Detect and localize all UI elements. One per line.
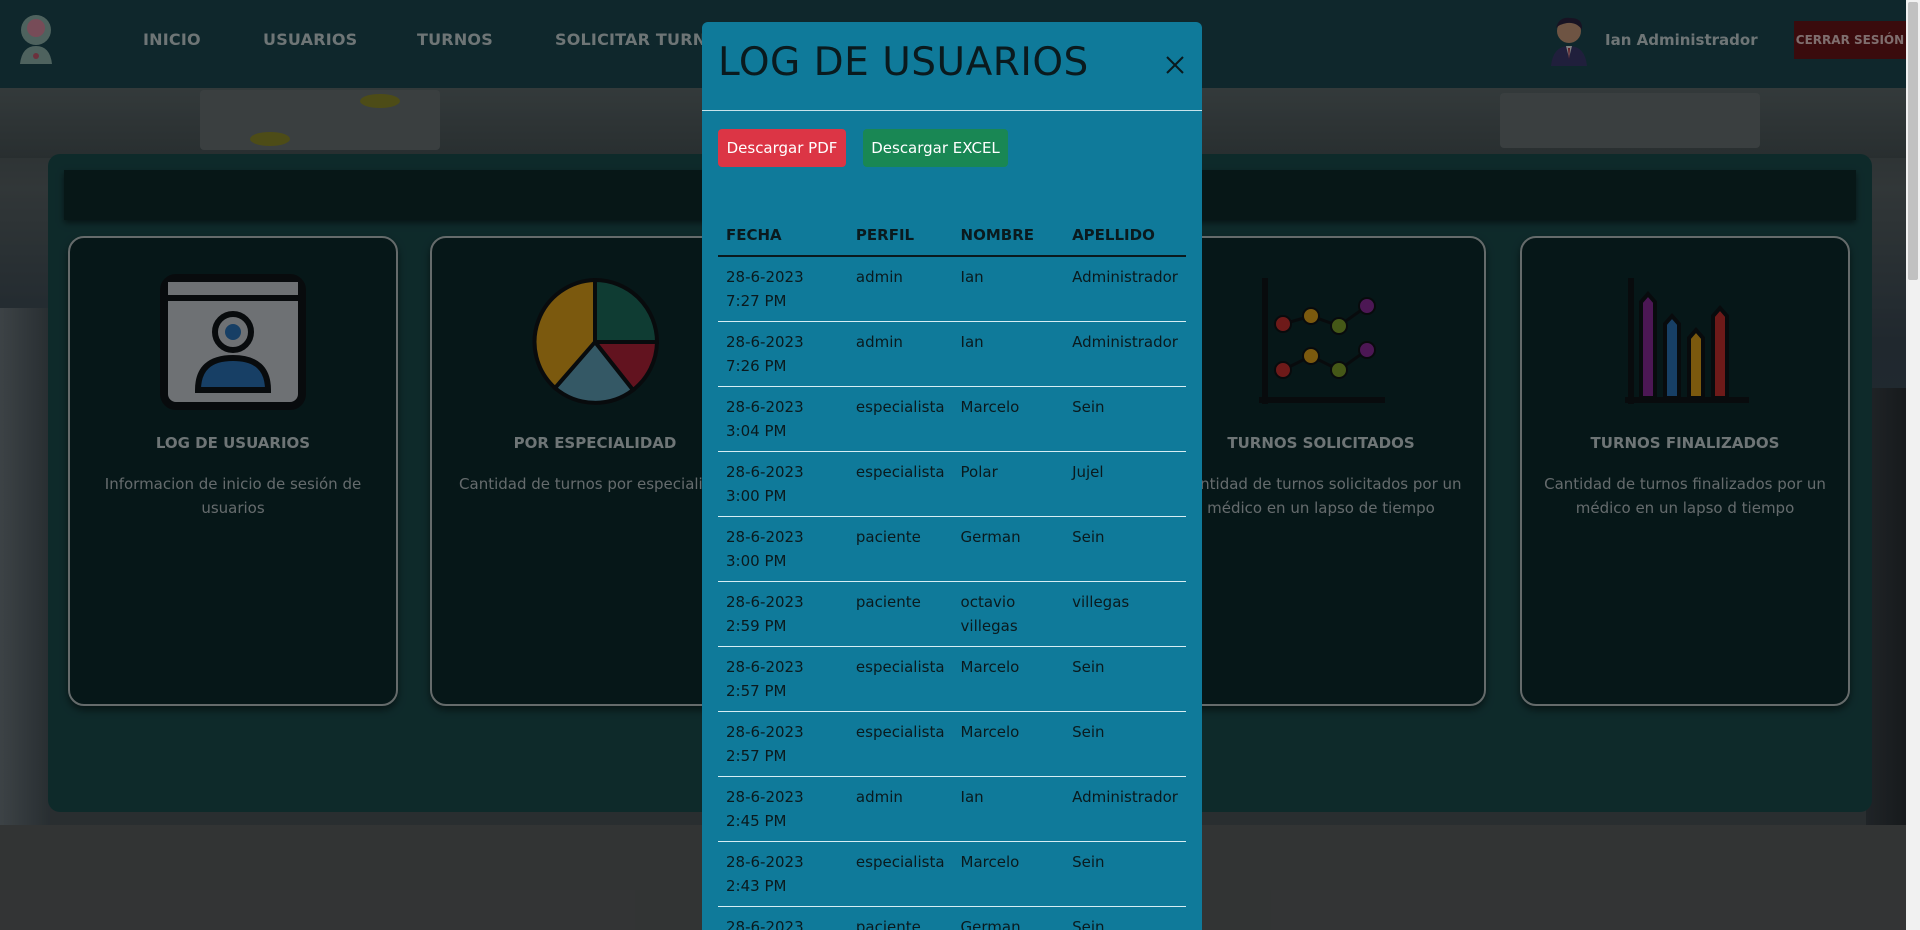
log-table: FECHA PERFIL NOMBRE APELLIDO 28-6-2023 7…	[718, 214, 1186, 930]
page-scrollbar[interactable]	[1906, 0, 1920, 930]
table-row: 28-6-2023 2:57 PM especialista Marcelo S…	[718, 646, 1186, 712]
table-row: 28-6-2023 2:57 PM especialista Marcelo S…	[718, 711, 1186, 777]
cell-nombre: Marcelo	[952, 711, 1065, 777]
cell-nombre: Polar	[952, 451, 1065, 517]
scrollbar-thumb[interactable]	[1908, 2, 1918, 280]
cell-nombre: Ian	[952, 776, 1065, 842]
table-row: 28-6-2023 3:04 PM especialista Marcelo S…	[718, 386, 1186, 452]
cell-fecha: 28-6-2023 2:59 PM	[718, 581, 848, 647]
cell-nombre: Ian	[952, 256, 1065, 322]
cell-perfil: especialista	[847, 646, 953, 712]
cell-apellido: Sein	[1064, 516, 1186, 582]
cell-nombre: German	[952, 516, 1065, 582]
cell-perfil: paciente	[847, 516, 953, 582]
cell-nombre: German	[952, 906, 1065, 930]
cell-apellido: Sein	[1064, 711, 1186, 777]
cell-fecha: 28-6-2023 2:45 PM	[718, 776, 848, 842]
download-pdf-button[interactable]: Descargar PDF	[718, 129, 846, 167]
log-modal: LOG DE USUARIOS Descargar PDF Descargar …	[702, 22, 1202, 930]
cell-perfil: admin	[847, 256, 953, 322]
cell-apellido: Administrador	[1064, 256, 1186, 322]
cell-perfil: especialista	[847, 841, 953, 907]
cell-fecha: 28-6-2023 2:43 PM	[718, 841, 848, 907]
cell-perfil: especialista	[847, 386, 953, 452]
column-header-perfil: PERFIL	[847, 214, 953, 257]
cell-perfil: admin	[847, 776, 953, 842]
modal-divider	[702, 110, 1202, 111]
cell-fecha: 28-6-2023 3:00 PM	[718, 516, 848, 582]
cell-fecha: 28-6-2023 3:00 PM	[718, 451, 848, 517]
cell-apellido: Administrador	[1064, 776, 1186, 842]
cell-fecha: 28-6-2023 3:04 PM	[718, 386, 848, 452]
column-header-apellido: APELLIDO	[1064, 214, 1186, 257]
column-header-fecha: FECHA	[718, 214, 848, 257]
cell-perfil: paciente	[847, 906, 953, 930]
table-row: 28-6-2023 7:27 PM admin Ian Administrado…	[718, 256, 1186, 322]
cell-perfil: paciente	[847, 581, 953, 647]
cell-fecha: 28-6-2023 7:27 PM	[718, 256, 848, 322]
modal-title: LOG DE USUARIOS	[718, 40, 1089, 85]
table-row: 28-6-2023 2:59 PM paciente octavio ville…	[718, 581, 1186, 647]
cell-apellido: Sein	[1064, 646, 1186, 712]
table-header-row: FECHA PERFIL NOMBRE APELLIDO	[718, 214, 1186, 257]
cell-fecha: 28-6-2023 7:26 PM	[718, 321, 848, 387]
table-row: 28-6-2023 2:43 PM paciente German Sein	[718, 906, 1186, 930]
cell-perfil: admin	[847, 321, 953, 387]
cell-fecha: 28-6-2023 2:57 PM	[718, 711, 848, 777]
cell-nombre: Ian	[952, 321, 1065, 387]
cell-fecha: 28-6-2023 2:57 PM	[718, 646, 848, 712]
download-excel-button[interactable]: Descargar EXCEL	[863, 129, 1008, 167]
cell-perfil: especialista	[847, 451, 953, 517]
cell-apellido: Jujel	[1064, 451, 1186, 517]
cell-fecha: 28-6-2023 2:43 PM	[718, 906, 848, 930]
cell-apellido: Sein	[1064, 386, 1186, 452]
table-row: 28-6-2023 3:00 PM especialista Polar Juj…	[718, 451, 1186, 517]
table-row: 28-6-2023 7:26 PM admin Ian Administrado…	[718, 321, 1186, 387]
column-header-nombre: NOMBRE	[952, 214, 1065, 257]
table-row: 28-6-2023 2:45 PM admin Ian Administrado…	[718, 776, 1186, 842]
cell-nombre: Marcelo	[952, 841, 1065, 907]
table-row: 28-6-2023 3:00 PM paciente German Sein	[718, 516, 1186, 582]
cell-apellido: Administrador	[1064, 321, 1186, 387]
cell-nombre: Marcelo	[952, 386, 1065, 452]
cell-nombre: octavio villegas	[952, 581, 1065, 647]
cell-apellido: Sein	[1064, 841, 1186, 907]
cell-perfil: especialista	[847, 711, 953, 777]
close-icon[interactable]	[1164, 54, 1186, 76]
cell-nombre: Marcelo	[952, 646, 1065, 712]
cell-apellido: Sein	[1064, 906, 1186, 930]
cell-apellido: villegas	[1064, 581, 1186, 647]
table-row: 28-6-2023 2:43 PM especialista Marcelo S…	[718, 841, 1186, 907]
